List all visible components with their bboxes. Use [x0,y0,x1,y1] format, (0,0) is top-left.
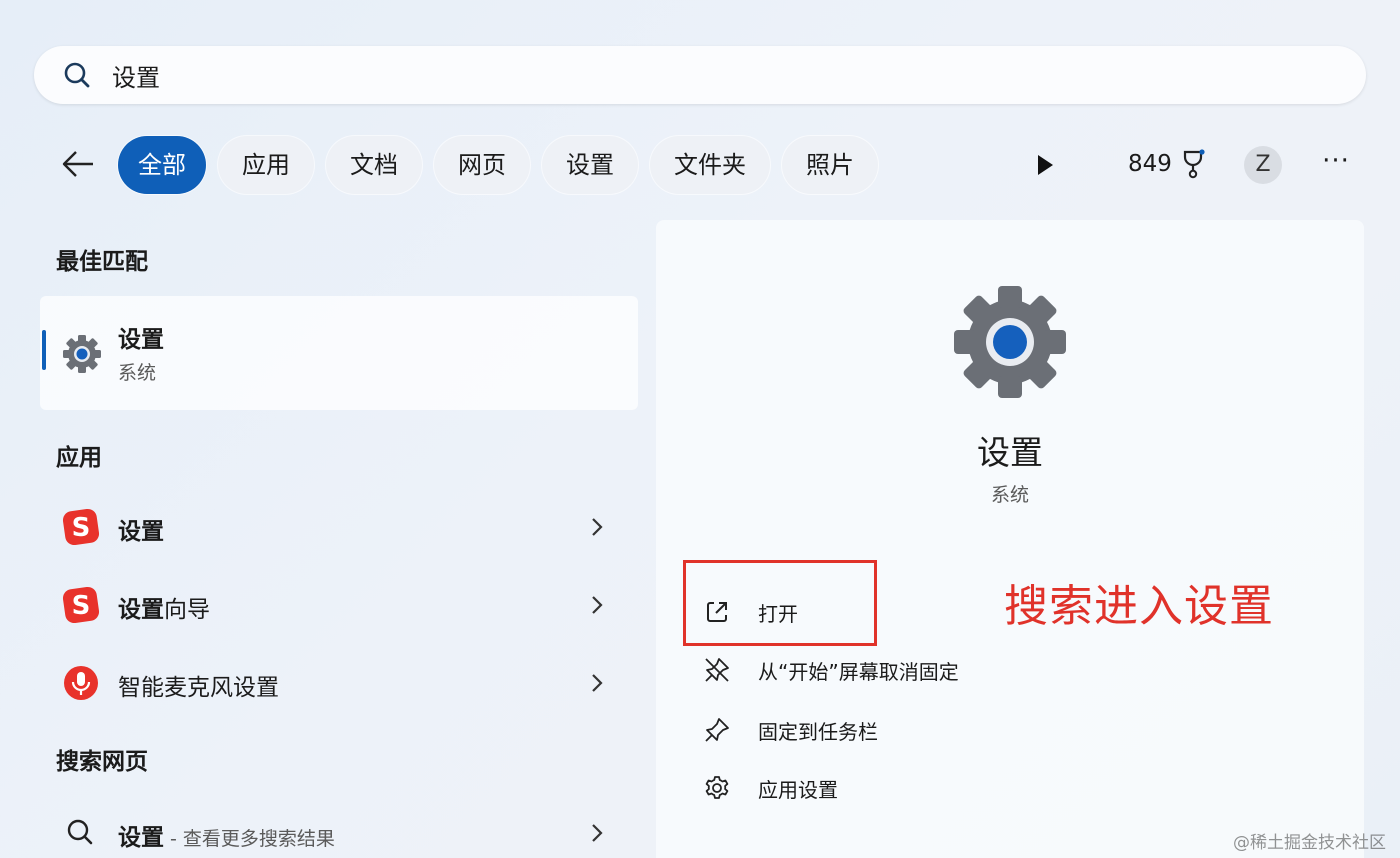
watermark: @稀土掘金技术社区 [1233,833,1386,853]
app-result-label: 设置 [118,519,164,545]
svg-text:S: S [72,591,91,621]
detail-app-name: 设置 [977,433,1043,472]
points-value: 849 [1128,151,1172,177]
filter-chip-documents[interactable]: 文档 [326,136,422,194]
search-input[interactable]: 设置 [112,58,160,93]
chevron-right-icon[interactable] [590,594,604,616]
sogou-app-icon: S [62,586,100,624]
filter-chip-web[interactable]: 网页 [434,136,530,194]
pin-icon [702,715,732,745]
gear-outline-icon [702,773,732,803]
highlight-box [683,560,877,646]
best-match-name: 设置 [118,327,164,353]
web-search-result[interactable]: 设置 - 查看更多搜索结果 [40,800,638,858]
sogou-app-icon: S [62,508,100,546]
play-icon [1038,155,1053,175]
selection-indicator [42,330,46,370]
more-options-button[interactable]: ··· [1316,146,1356,184]
search-icon [67,819,93,845]
filter-chip-all[interactable]: 全部 [118,136,206,194]
web-search-heading: 搜索网页 [56,749,148,775]
back-arrow-icon [62,151,93,177]
chevron-right-icon[interactable] [590,672,604,694]
best-match-result[interactable]: 设置 系统 [40,296,638,410]
svg-text:S: S [72,513,91,543]
search-bar[interactable]: 设置 [34,46,1366,104]
filter-chip-folders[interactable]: 文件夹 [650,136,770,194]
filter-chip-photos[interactable]: 照片 [782,136,878,194]
apps-heading: 应用 [56,445,102,471]
filter-row: 全部 应用 文档 网页 设置 文件夹 照片 849 Z ··· [0,132,1400,196]
action-pin-to-taskbar[interactable]: 固定到任务栏 [702,708,878,752]
detail-app-type: 系统 [990,484,1029,506]
app-result-settings[interactable]: S 设置 [40,494,638,558]
best-match-type: 系统 [118,362,157,384]
annotation-text: 搜索进入设置 [1004,581,1274,632]
rewards-points[interactable]: 849 [1128,144,1206,184]
best-match-heading: 最佳匹配 [56,249,148,275]
settings-gear-icon [63,335,101,373]
rewards-trophy-icon [1183,149,1205,179]
back-button[interactable] [58,146,98,182]
search-icon [64,62,90,88]
filter-chip-settings[interactable]: 设置 [542,136,638,194]
avatar[interactable]: Z [1244,146,1282,184]
play-button[interactable] [1030,150,1060,180]
action-app-settings[interactable]: 应用设置 [702,766,838,810]
unpin-icon [702,655,732,685]
chevron-right-icon[interactable] [590,822,604,844]
filter-chip-apps[interactable]: 应用 [218,136,314,194]
app-result-settings-wizard[interactable]: S 设置向导 [40,572,638,636]
app-result-label: 智能麦克风设置 [118,675,279,701]
app-result-smart-mic-settings[interactable]: 智能麦克风设置 [40,650,638,714]
settings-gear-icon [954,286,1066,398]
action-unpin-from-start[interactable]: 从“开始”屏幕取消固定 [702,648,959,692]
app-result-label: 设置向导 [118,597,210,623]
detail-panel: 设置 系统 打开 从“开始”屏幕取消固定 固定到任务栏 应用设置 [656,220,1364,858]
chevron-right-icon[interactable] [590,516,604,538]
microphone-app-icon [64,666,98,700]
web-search-label: 设置 - 查看更多搜索结果 [118,825,335,851]
filter-chips: 全部 应用 文档 网页 设置 文件夹 照片 [118,136,878,194]
